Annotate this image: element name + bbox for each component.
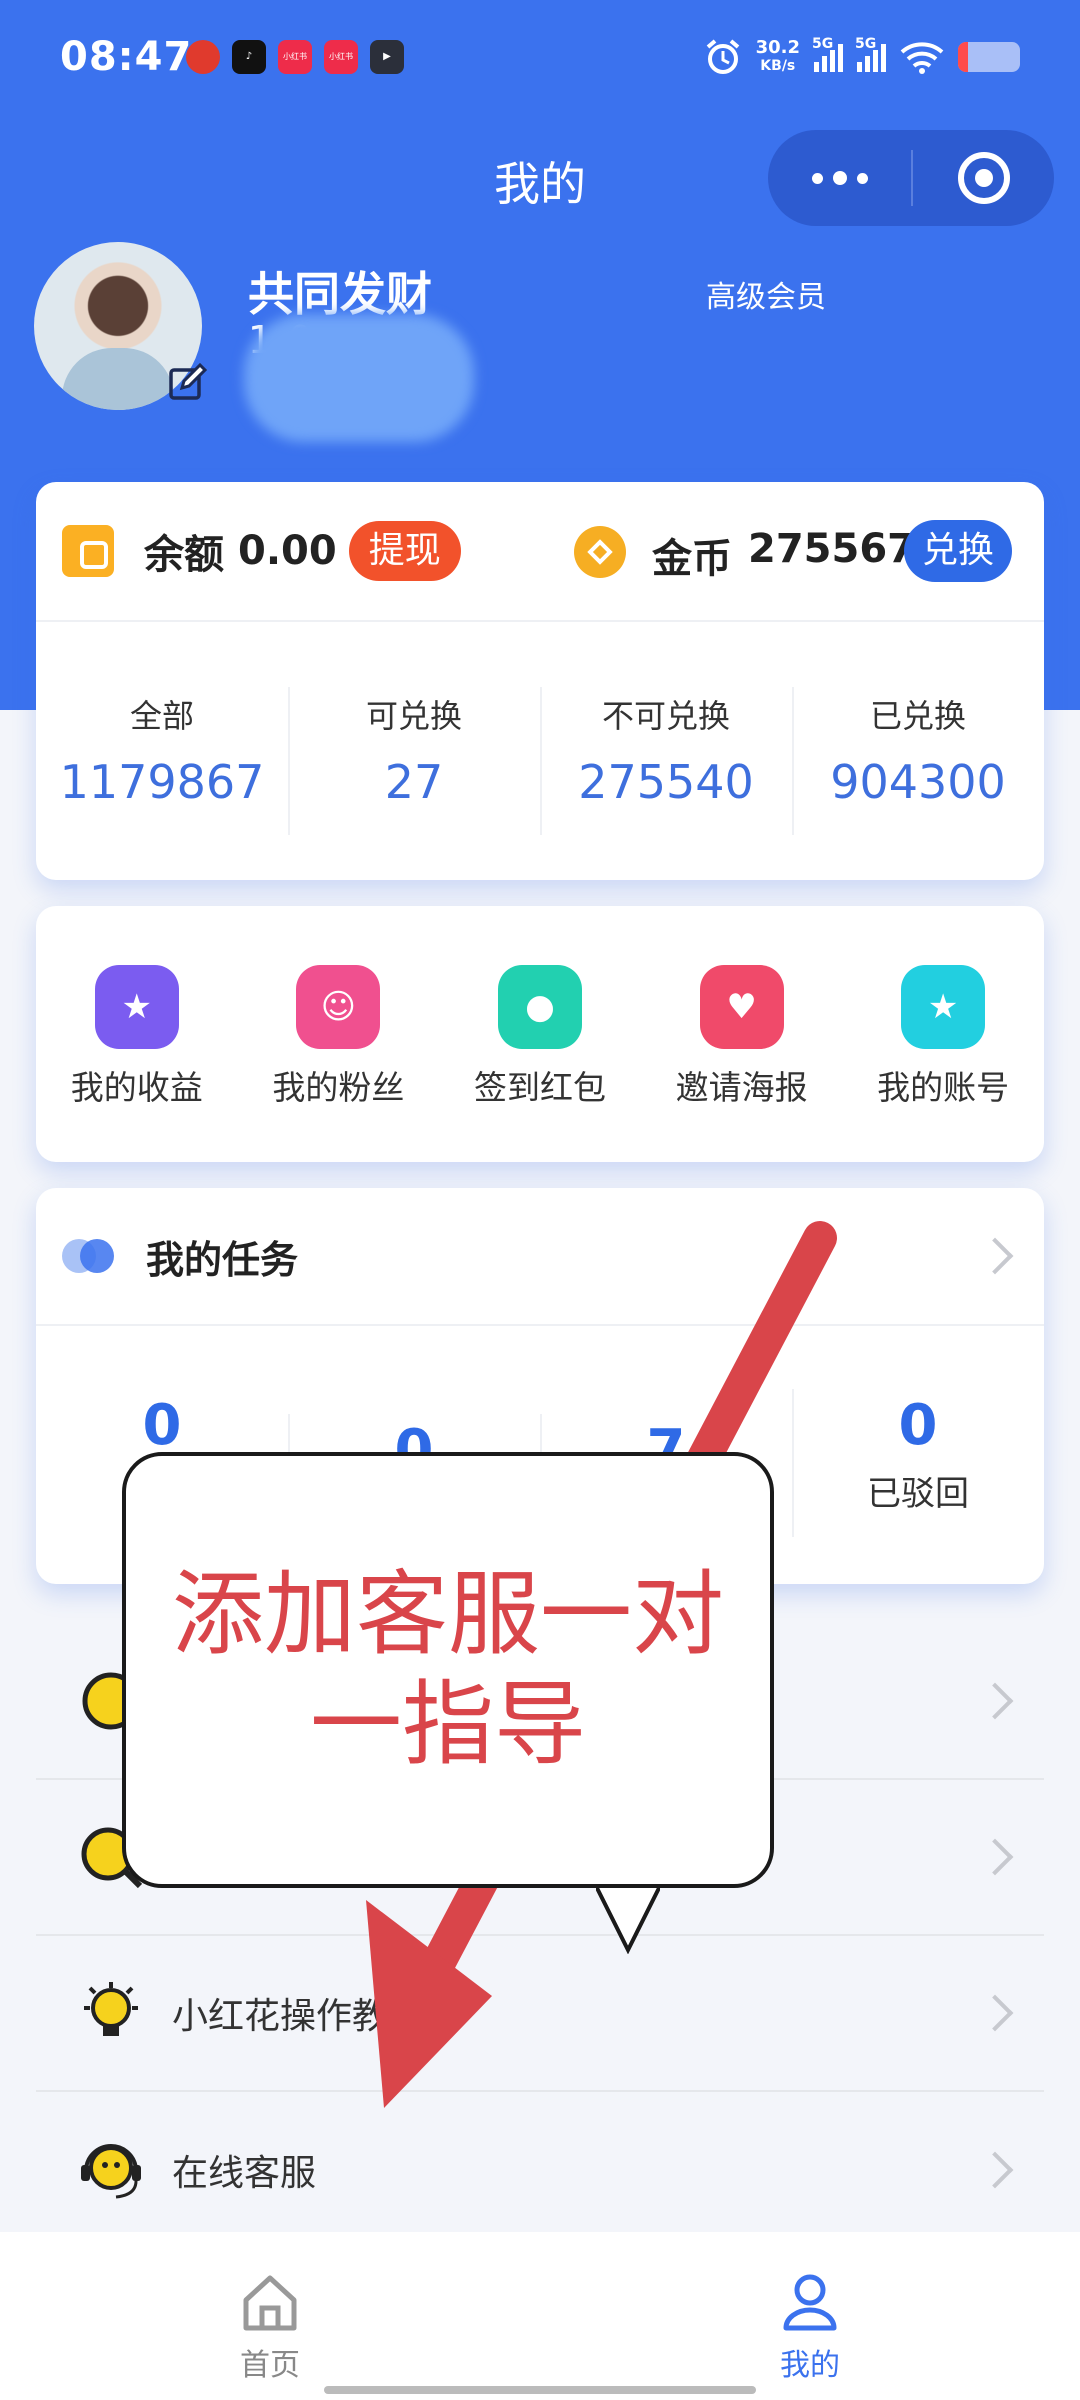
more-dot-icon [811,172,823,184]
menu-my-earnings[interactable]: ★ 我的收益 [36,959,238,1109]
lightbulb-icon [84,1982,138,2036]
chevron-right-icon [976,2151,1014,2189]
bottom-tabbar: 首页 我的 [0,2232,1080,2400]
close-miniprogram-button[interactable] [913,130,1054,226]
more-dot-icon [832,171,847,185]
privacy-blur [244,314,474,442]
wallet-summary: 余额 0.00 提现 金币 275567 兑换 [36,482,1044,622]
fans-icon: ☺ [296,965,381,1049]
footprint-icon: ● [497,965,582,1049]
coin-stats: 全部 1179867 可兑换 27 不可兑换 275540 已兑换 904300 [36,622,1044,878]
task-icon [62,1239,118,1273]
coin-value: 275567 [748,526,915,572]
network-speed: 30.2 KB/s [755,37,800,75]
wallet-card: 余额 0.00 提现 金币 275567 兑换 全部 1179867 可兑换 27 … [36,482,1044,880]
status-right: 30.2 KB/s 5G 5G [704,36,1020,76]
menu-checkin-redpacket[interactable]: ● 签到红包 [439,959,641,1109]
annotation-callout: 添加客服一对 一指导 [122,1452,774,1888]
function-menu: ★ 我的收益 ☺ 我的粉丝 ● 签到红包 ♥ 邀请海报 ★ 我的账号 [36,906,1044,1162]
tab-home[interactable]: 首页 [0,2232,540,2400]
shield-star-icon: ★ [901,965,986,1049]
alarm-icon [706,39,739,74]
edit-icon[interactable] [168,362,208,402]
headset-icon [81,2144,141,2199]
signal-icon: 5G [855,36,886,72]
notification-icons: ♪ 小红书 小红书 ▶ [186,40,404,74]
wallet-icon [62,525,114,577]
balance-value: 0.00 [238,528,337,574]
exchange-button[interactable]: 兑换 [904,520,1013,582]
stat-not-exchangeable[interactable]: 不可兑换 275540 [540,687,792,835]
more-button[interactable] [768,130,911,226]
wifi-icon [900,42,944,74]
miniprogram-capsule [768,130,1054,226]
status-time: 08:47 [60,34,193,80]
menu-invite-poster[interactable]: ♥ 邀请海报 [641,959,843,1109]
heart-plus-icon: ♥ [699,965,784,1049]
callout-text: 添加客服一对 一指导 [171,1561,724,1778]
menu-my-account[interactable]: ★ 我的账号 [842,959,1044,1109]
home-icon [243,2275,297,2331]
tiktok-icon: ♪ [232,40,266,74]
battery-icon [958,42,1020,72]
stat-exchangeable[interactable]: 可兑换 27 [288,687,540,835]
chevron-right-icon [976,1682,1014,1720]
stat-all[interactable]: 全部 1179867 [36,691,288,809]
target-icon [957,152,1010,204]
task-stat-rejected[interactable]: 0 已驳回 [792,1389,1044,1537]
list-item-tutorial[interactable]: 小红花操作教 [36,1936,1044,2092]
chevron-right-icon [976,1994,1014,2032]
chevron-right-icon [976,1838,1014,1876]
membership-level: 高级会员 [706,280,826,315]
coin-label: 金币 [652,536,732,582]
balance-label: 余额 [144,532,224,578]
video-app-icon: ▶ [370,40,404,74]
signal-icon: 5G [812,36,843,72]
chevron-right-icon [976,1237,1014,1275]
xiaohongshu-icon: 小红书 [324,40,358,74]
more-dot-icon [856,172,868,184]
user-icon [783,2274,837,2331]
money-bag-icon: ★ [94,965,179,1049]
withdraw-button[interactable]: 提现 [348,521,461,581]
stat-exchanged[interactable]: 已兑换 904300 [792,687,1044,835]
home-indicator [324,2386,756,2394]
callout-tail [596,1884,660,1954]
task-title: 我的任务 [146,1237,299,1282]
flower-app-icon [186,40,220,74]
tab-mine[interactable]: 我的 [540,2232,1080,2400]
list-item-online-service[interactable]: 在线客服 [36,2092,1044,2248]
menu-my-fans[interactable]: ☺ 我的粉丝 [238,959,440,1109]
task-header[interactable]: 我的任务 [36,1188,1044,1326]
xiaohongshu-icon: 小红书 [278,40,312,74]
status-bar: 08:47 ♪ 小红书 小红书 ▶ 30.2 KB/s 5G 5G [0,0,1080,120]
coin-icon [574,526,626,578]
